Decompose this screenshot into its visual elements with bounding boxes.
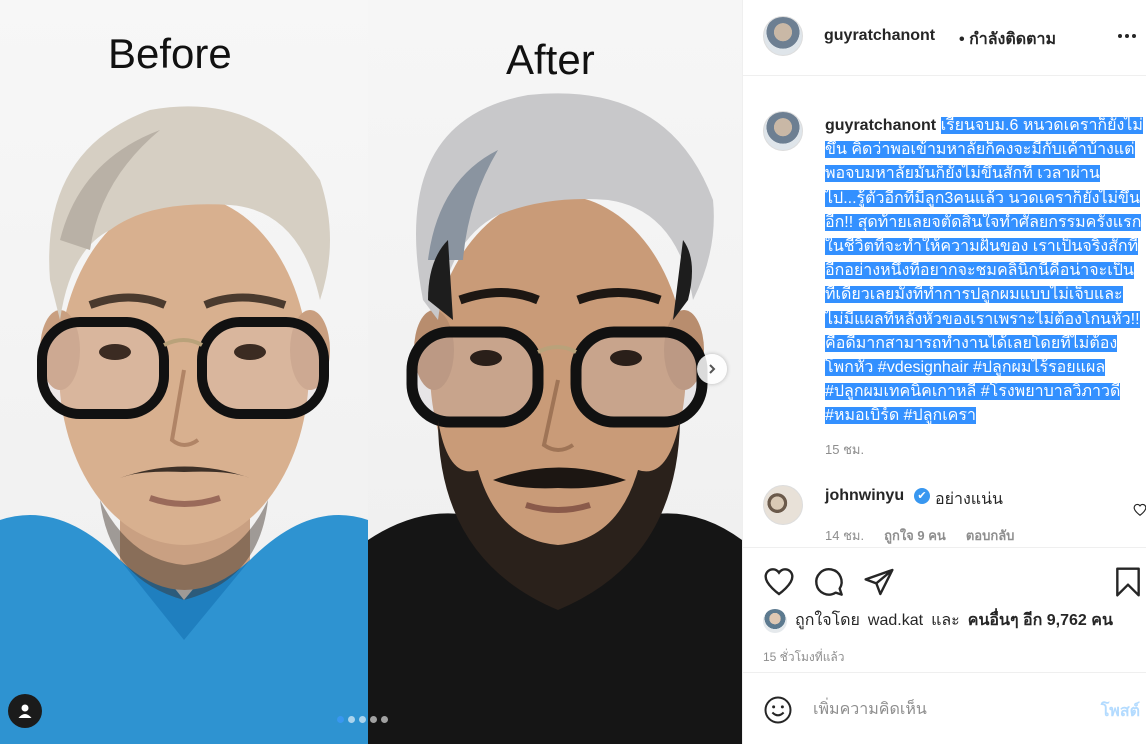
likes-summary[interactable]: ถูกใจโดย wad.kat และ คนอื่นๆ อีก 9,762 ค… [763, 608, 1113, 633]
commenter-username[interactable]: johnwinyu [825, 487, 904, 505]
follow-status-label: กำลังติดตาม [969, 31, 1057, 48]
caption-text: guyratchanont เรียนจบม.6 หนวดเคราก็ยังไม… [825, 114, 1143, 429]
first-liker[interactable]: wad.kat [868, 612, 923, 630]
likes-and: และ [931, 612, 960, 629]
like-comment-heart-icon[interactable] [1133, 503, 1146, 517]
add-comment-bar: โพสต์ [743, 672, 1146, 744]
action-bar: ถูกใจโดย wad.kat และ คนอื่นๆ อีก 9,762 ค… [743, 547, 1146, 671]
caption-avatar[interactable] [763, 111, 803, 151]
slide-indicator [337, 716, 388, 723]
caption-body: เรียนจบม.6 หนวดเคราก็ยังไม่ขึ้น คิดว่าพอ… [825, 117, 1143, 425]
post-header: guyratchanont • กำลังติดตาม [743, 0, 1146, 76]
after-label: After [506, 36, 595, 83]
comments-section: guyratchanont เรียนจบม.6 หนวดเคราก็ยังไม… [743, 77, 1146, 547]
slide-dot [348, 716, 355, 723]
comment-input[interactable] [813, 697, 1073, 723]
before-photo: Before [0, 0, 368, 744]
more-options-icon[interactable] [1118, 34, 1136, 38]
like-heart-icon[interactable] [763, 566, 795, 598]
slide-dot [381, 716, 388, 723]
slide-dot [337, 716, 344, 723]
follow-status-button[interactable]: • กำลังติดตาม [959, 27, 1056, 52]
next-slide-button[interactable] [697, 354, 727, 384]
comment-meta: 14 ชม. ถูกใจ 9 คน ตอบกลับ [825, 525, 1014, 546]
comment-time: 14 ชม. [825, 528, 865, 543]
comment-item: johnwinyu ✔ อย่างแน่น 14 ชม. ถูกใจ 9 คน … [763, 485, 1146, 546]
chevron-right-icon [709, 364, 716, 374]
caption-time: 15 ชม. [825, 442, 865, 457]
author-username[interactable]: guyratchanont [824, 27, 935, 45]
share-icon[interactable] [863, 566, 895, 598]
separator: • [959, 31, 965, 48]
likes-prefix: ถูกใจโดย [795, 612, 860, 629]
caption-username[interactable]: guyratchanont [825, 117, 936, 134]
verified-badge-icon: ✔ [914, 488, 930, 504]
post-panel: guyratchanont • กำลังติดตาม guyratchanon… [742, 0, 1146, 744]
slide-dot [370, 716, 377, 723]
post-comment-button[interactable]: โพสต์ [1101, 699, 1140, 724]
comment-likes[interactable]: ถูกใจ 9 คน [884, 525, 946, 546]
after-portrait [368, 93, 742, 744]
comment-text: อย่างแน่น [935, 491, 1003, 508]
commenter-avatar[interactable] [763, 485, 803, 525]
after-photo: After [368, 0, 742, 744]
reply-button[interactable]: ตอบกลับ [966, 525, 1015, 546]
user-icon [18, 704, 32, 718]
post-photo[interactable]: Before After [0, 0, 742, 744]
slide-dot [359, 716, 366, 723]
before-portrait [0, 106, 368, 744]
tagged-users-button[interactable] [8, 694, 42, 728]
likes-others[interactable]: คนอื่นๆ อีก 9,762 คน [968, 608, 1113, 633]
bookmark-icon[interactable] [1113, 566, 1143, 598]
author-avatar[interactable] [763, 16, 803, 56]
post-timestamp[interactable]: 15 ชั่วโมงที่แล้ว [763, 648, 845, 667]
liker-avatar [763, 608, 787, 633]
emoji-icon[interactable] [763, 695, 793, 725]
before-label: Before [108, 30, 232, 77]
comment-icon[interactable] [813, 566, 845, 598]
